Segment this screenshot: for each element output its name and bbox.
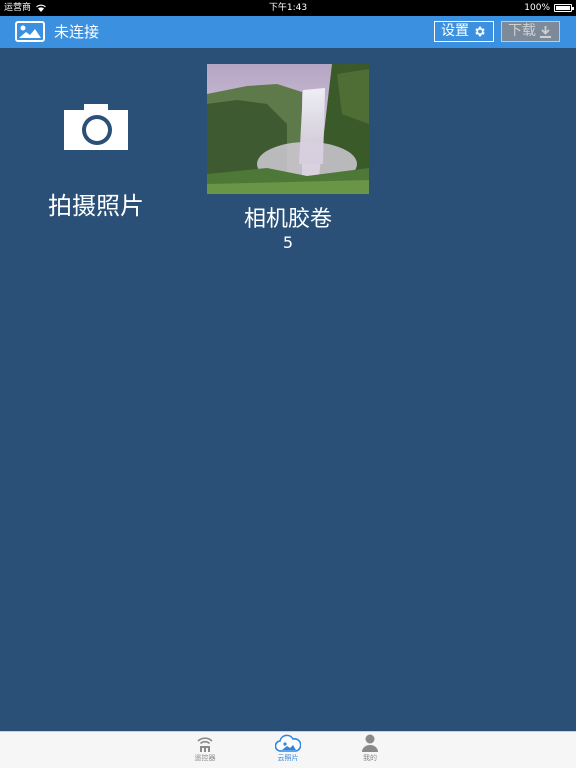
nav-bar: 未连接 设置 下载 [0,16,576,48]
download-label: 下载 [508,23,536,39]
settings-button[interactable]: 设置 [434,21,494,42]
tab-cloud-photos-label: 云照片 [277,754,299,762]
download-icon [540,25,551,38]
remote-control-icon [197,737,213,752]
tab-mine-label: 我的 [363,754,377,762]
settings-label: 设置 [441,23,469,39]
clock: 下午1:43 [268,3,308,13]
tab-cloud-photos[interactable]: 云照片 [258,734,318,763]
tab-mine[interactable]: 我的 [340,734,400,763]
camera-roll-label: 相机胶卷 [243,207,332,232]
camera-roll-thumbnail [207,64,369,194]
person-icon [362,734,378,752]
capture-photo-label: 拍摄照片 [48,192,144,220]
tab-bar: 遥控器 云照片 我的 [0,731,576,768]
photo-app-icon [15,21,45,42]
camera-roll-tile[interactable]: 相机胶卷 5 [207,64,369,252]
battery-percentage: 100% [524,3,550,13]
capture-photo-tile[interactable]: 拍摄照片 [16,96,176,221]
connection-status-title: 未连接 [54,23,100,41]
status-bar: 运营商 下午1:43 100% [0,0,576,16]
camera-icon [64,104,128,150]
tab-remote-control[interactable]: 遥控器 [175,734,235,763]
tab-remote-control-label: 遥控器 [194,754,216,762]
gear-icon [475,26,485,37]
download-button[interactable]: 下载 [501,21,560,42]
battery-icon [554,4,574,12]
cloud-photo-icon [275,734,301,752]
camera-roll-count: 5 [282,233,294,252]
